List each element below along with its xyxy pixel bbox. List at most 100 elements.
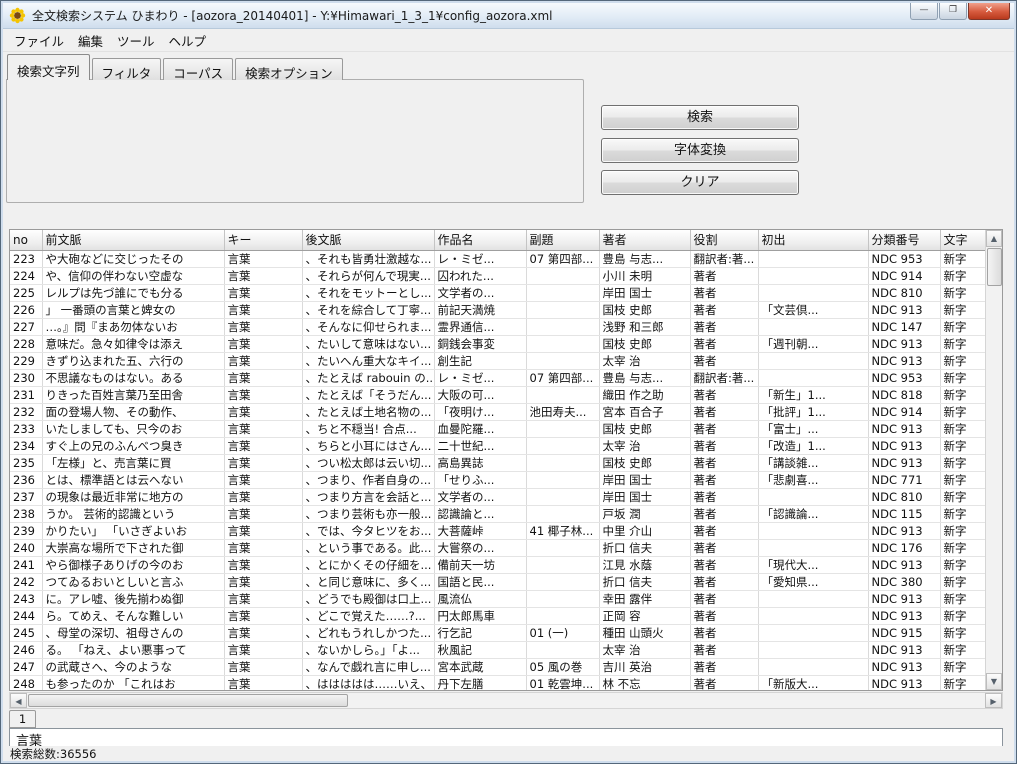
table-cell[interactable]: NDC 914 xyxy=(868,403,940,420)
table-cell[interactable]: 233 xyxy=(10,420,42,437)
table-cell[interactable]: 言葉 xyxy=(224,420,302,437)
table-cell[interactable]: 」 一番頭の言葉と婢女の xyxy=(42,301,224,318)
table-cell[interactable]: 05 風の巻 xyxy=(526,658,599,675)
table-cell[interactable]: 、つまり、作者自身の... xyxy=(302,471,434,488)
table-cell[interactable]: 大嘗祭の... xyxy=(434,539,526,556)
table-cell[interactable]: や、信仰の伴わない空虚な xyxy=(42,267,224,284)
table-cell[interactable]: 江見 水蔭 xyxy=(599,556,690,573)
table-cell[interactable]: 著者 xyxy=(690,658,758,675)
table-cell[interactable]: NDC 953 xyxy=(868,369,940,386)
table-cell[interactable]: 230 xyxy=(10,369,42,386)
table-cell[interactable] xyxy=(758,267,868,284)
table-cell[interactable]: 言葉 xyxy=(224,624,302,641)
table-cell[interactable]: 01 (一) xyxy=(526,624,599,641)
table-cell[interactable]: 円太郎馬車 xyxy=(434,607,526,624)
table-cell[interactable]: の現象は最近非常に地方の xyxy=(42,488,224,505)
table-cell[interactable]: 232 xyxy=(10,403,42,420)
table-cell[interactable]: 言葉 xyxy=(224,250,302,267)
table-cell[interactable]: 大菩薩峠 xyxy=(434,522,526,539)
table-cell[interactable]: 言葉 xyxy=(224,658,302,675)
table-cell[interactable]: 、と同じ意味に、多く... xyxy=(302,573,434,590)
menu-help[interactable]: ヘルプ xyxy=(162,28,214,53)
table-row[interactable]: 246る。 「ねえ、よい悪事って言葉、ないかしら。」「よ...秋風記太宰 治著者… xyxy=(10,641,986,658)
table-cell[interactable] xyxy=(758,539,868,556)
table-cell[interactable]: 霊界通信... xyxy=(434,318,526,335)
table-cell[interactable]: 国枝 史郎 xyxy=(599,420,690,437)
table-cell[interactable]: 言葉 xyxy=(224,437,302,454)
table-cell[interactable]: 著者 xyxy=(690,471,758,488)
table-cell[interactable]: 247 xyxy=(10,658,42,675)
table-cell[interactable]: いたしましても、只今のお xyxy=(42,420,224,437)
table-cell[interactable]: 著者 xyxy=(690,318,758,335)
table-cell[interactable]: 新字 xyxy=(940,539,986,556)
table-cell[interactable]: 中里 介山 xyxy=(599,522,690,539)
table-cell[interactable]: 岸田 国士 xyxy=(599,488,690,505)
table-cell[interactable] xyxy=(526,539,599,556)
table-row[interactable]: 230不思議なものはない。ある言葉、たとえば rabouin の...レ・ミゼ.… xyxy=(10,369,986,386)
table-cell[interactable]: レ・ミゼ... xyxy=(434,369,526,386)
table-cell[interactable]: レ・ミゼ... xyxy=(434,250,526,267)
table-cell[interactable] xyxy=(526,267,599,284)
table-cell[interactable] xyxy=(526,505,599,522)
table-cell[interactable]: 著者 xyxy=(690,505,758,522)
table-cell[interactable]: NDC 115 xyxy=(868,505,940,522)
table-cell[interactable]: 223 xyxy=(10,250,42,267)
table-cell[interactable]: 言葉 xyxy=(224,369,302,386)
table-cell[interactable]: 236 xyxy=(10,471,42,488)
table-cell[interactable]: NDC 913 xyxy=(868,522,940,539)
table-cell[interactable]: 「文芸倶... xyxy=(758,301,868,318)
table-cell[interactable]: 面の登場人物、その動作、 xyxy=(42,403,224,420)
table-cell[interactable]: 新字 xyxy=(940,522,986,539)
table-cell[interactable]: 著者 xyxy=(690,335,758,352)
table-cell[interactable]: 新字 xyxy=(940,488,986,505)
table-cell[interactable]: 宮本武蔵 xyxy=(434,658,526,675)
table-cell[interactable]: 著者 xyxy=(690,352,758,369)
table-cell[interactable]: 国枝 史郎 xyxy=(599,335,690,352)
table-cell[interactable]: 折口 信夫 xyxy=(599,539,690,556)
table-cell[interactable]: 著者 xyxy=(690,624,758,641)
column-header[interactable]: 分類番号 xyxy=(868,230,940,250)
table-cell[interactable]: 国枝 史郎 xyxy=(599,454,690,471)
table-cell[interactable]: NDC 914 xyxy=(868,267,940,284)
table-row[interactable]: 243に。アレ嘘、後先揃わぬ御言葉、どうでも殿御は口上...風流仏幸田 露伴著者… xyxy=(10,590,986,607)
table-cell[interactable]: る。 「ねえ、よい悪事って xyxy=(42,641,224,658)
maximize-button[interactable]: ❐ xyxy=(939,3,967,20)
table-cell[interactable]: 235 xyxy=(10,454,42,471)
table-cell[interactable]: 新字 xyxy=(940,573,986,590)
table-cell[interactable]: 豊島 与志... xyxy=(599,250,690,267)
close-button[interactable]: ✕ xyxy=(968,3,1010,20)
table-cell[interactable]: …。』問『まあ勿体ないお xyxy=(42,318,224,335)
table-cell[interactable]: 新字 xyxy=(940,369,986,386)
table-cell[interactable]: 言葉 xyxy=(224,488,302,505)
table-cell[interactable]: 織田 作之助 xyxy=(599,386,690,403)
column-header[interactable]: 後文脈 xyxy=(302,230,434,250)
table-cell[interactable]: 225 xyxy=(10,284,42,301)
table-cell[interactable] xyxy=(526,590,599,607)
table-row[interactable]: 228意味だ。急々如律令は添え言葉、たいして意味はない...銅銭会事変国枝 史郎… xyxy=(10,335,986,352)
table-cell[interactable]: 言葉 xyxy=(224,301,302,318)
table-cell[interactable]: NDC 913 xyxy=(868,335,940,352)
column-header[interactable]: 初出 xyxy=(758,230,868,250)
column-header[interactable]: キー xyxy=(224,230,302,250)
table-cell[interactable]: 新字 xyxy=(940,420,986,437)
table-cell[interactable]: NDC 915 xyxy=(868,624,940,641)
table-cell[interactable]: NDC 913 xyxy=(868,607,940,624)
table-cell[interactable]: 、ないかしら。」「よ... xyxy=(302,641,434,658)
table-cell[interactable]: 不思議なものはない。ある xyxy=(42,369,224,386)
table-cell[interactable]: 「週刊朝... xyxy=(758,335,868,352)
table-cell[interactable]: 著者 xyxy=(690,556,758,573)
table-cell[interactable]: 秋風記 xyxy=(434,641,526,658)
table-cell[interactable]: NDC 913 xyxy=(868,301,940,318)
table-cell[interactable]: 、それをモットーとし... xyxy=(302,284,434,301)
table-cell[interactable]: 新字 xyxy=(940,454,986,471)
table-cell[interactable]: 著者 xyxy=(690,573,758,590)
table-cell[interactable]: 新字 xyxy=(940,590,986,607)
table-cell[interactable]: 新字 xyxy=(940,624,986,641)
tab-search-options[interactable]: 検索オプション xyxy=(235,58,343,80)
table-row[interactable]: 229きずり込まれた五、六行の言葉、たいへん重大なキイ...創生記太宰 治著者N… xyxy=(10,352,986,369)
search-button[interactable]: 検索 xyxy=(601,105,799,130)
table-cell[interactable]: 、どこで覚えた……?... xyxy=(302,607,434,624)
table-cell[interactable]: 新字 xyxy=(940,301,986,318)
column-header[interactable]: 役割 xyxy=(690,230,758,250)
table-cell[interactable]: やら御様子ありげの今のお xyxy=(42,556,224,573)
